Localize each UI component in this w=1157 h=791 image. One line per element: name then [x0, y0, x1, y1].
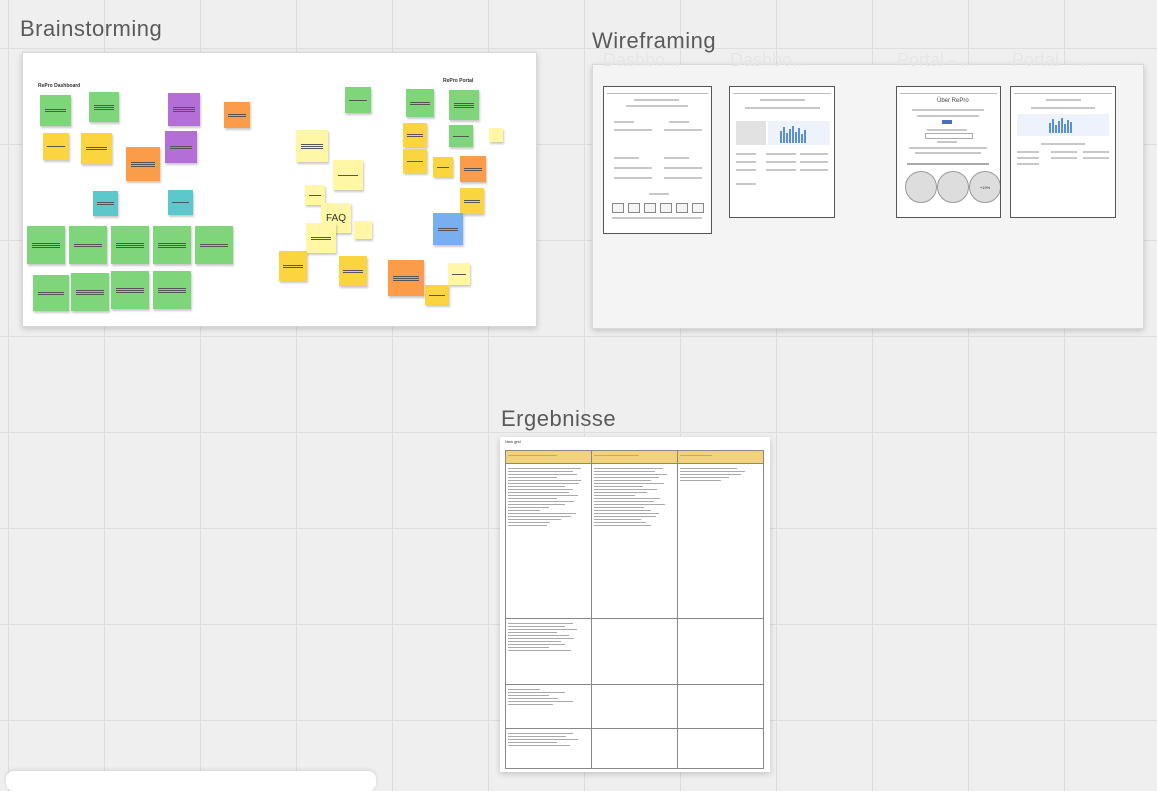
sticky-note[interactable] [89, 92, 119, 122]
table-cell[interactable] [505, 618, 592, 685]
sticky-note[interactable] [126, 147, 160, 181]
portal-title: Über RePro [937, 98, 969, 104]
sticky-note[interactable] [306, 223, 336, 253]
wireframe-ghost-label: Dashbo... [730, 50, 808, 70]
stat-circle [937, 171, 969, 203]
sticky-note[interactable] [168, 93, 200, 126]
stat-circle: +19% [969, 171, 1000, 203]
sticky-note[interactable] [168, 190, 193, 215]
dashboard-section-label: RePro Dashboard [38, 83, 81, 89]
table-cell[interactable] [591, 450, 678, 464]
wireframe-portal-2[interactable] [1010, 86, 1116, 218]
sticky-note[interactable] [354, 221, 372, 239]
sticky-note[interactable] [489, 128, 503, 142]
results-grid-board[interactable]: New grid [500, 437, 770, 772]
table-cell[interactable] [505, 684, 592, 729]
sticky-note[interactable] [433, 213, 463, 245]
table-cell[interactable] [677, 684, 764, 729]
sticky-note[interactable] [33, 275, 69, 311]
sticky-note[interactable] [69, 226, 107, 264]
wireframe-dashboard-2[interactable] [729, 86, 835, 218]
sticky-note[interactable] [403, 149, 427, 173]
sticky-note[interactable] [111, 226, 149, 264]
sticky-note[interactable] [81, 133, 112, 164]
table-cell[interactable] [677, 728, 764, 769]
sticky-note[interactable] [111, 271, 149, 309]
table-cell[interactable] [505, 450, 592, 464]
table-cell[interactable] [677, 618, 764, 685]
sticky-note[interactable] [40, 95, 71, 126]
sticky-note[interactable] [305, 185, 325, 205]
table-row [505, 618, 764, 685]
grid-title: New grid [505, 439, 521, 444]
sticky-note[interactable] [345, 87, 371, 113]
sticky-note[interactable] [224, 102, 250, 128]
wireframe-ghost-label: Dashbo... [603, 50, 681, 70]
sticky-note[interactable] [339, 256, 367, 286]
table-row [505, 684, 764, 729]
bottom-panel[interactable] [6, 771, 376, 791]
frame-title-results[interactable]: Ergebnisse [501, 406, 616, 432]
brainstorming-board[interactable]: RePro Dashboard RePro Portal FAQ [22, 52, 537, 327]
table-cell[interactable] [591, 463, 678, 619]
stat-circle [905, 171, 937, 203]
sticky-note[interactable] [153, 226, 191, 264]
table-header-row [505, 450, 764, 464]
wireframe-dashboard-1[interactable] [603, 86, 712, 234]
sticky-note[interactable] [449, 125, 473, 147]
sticky-note[interactable] [195, 226, 233, 264]
table-row [505, 728, 764, 769]
sticky-note[interactable] [425, 285, 449, 305]
sticky-note[interactable] [279, 251, 307, 281]
table-cell[interactable] [591, 684, 678, 729]
table-cell[interactable] [591, 618, 678, 685]
sticky-note[interactable] [460, 156, 486, 182]
table-cell[interactable] [677, 450, 764, 464]
sticky-note[interactable] [460, 188, 484, 214]
table-cell[interactable] [505, 463, 592, 619]
sticky-note[interactable] [333, 160, 363, 190]
sticky-note[interactable] [433, 157, 453, 177]
sticky-note[interactable] [403, 123, 427, 147]
frame-title-brainstorming[interactable]: Brainstorming [20, 16, 162, 42]
table-row [505, 463, 764, 619]
sticky-note[interactable] [388, 260, 424, 296]
table-cell[interactable] [677, 463, 764, 619]
sticky-note[interactable] [71, 273, 109, 311]
faq-label: FAQ [325, 212, 346, 224]
wireframe-ghost-label: Portal - ... [897, 50, 976, 70]
sticky-note[interactable] [153, 271, 191, 309]
sticky-note[interactable] [448, 263, 470, 285]
sticky-note[interactable] [406, 89, 434, 117]
table-cell[interactable] [591, 728, 678, 769]
portal-section-label: RePro Portal [443, 78, 474, 84]
sticky-note[interactable] [165, 131, 197, 163]
sticky-note[interactable] [27, 226, 65, 264]
sticky-note[interactable] [93, 191, 118, 216]
wireframe-ghost-label: Portal - ... [1012, 50, 1091, 70]
sticky-note[interactable] [296, 130, 328, 162]
results-table[interactable] [505, 450, 764, 769]
sticky-note[interactable] [43, 133, 69, 160]
sticky-note[interactable] [449, 90, 479, 120]
wireframe-portal-1[interactable]: Über RePro +19% [896, 86, 1001, 218]
table-cell[interactable] [505, 728, 592, 769]
